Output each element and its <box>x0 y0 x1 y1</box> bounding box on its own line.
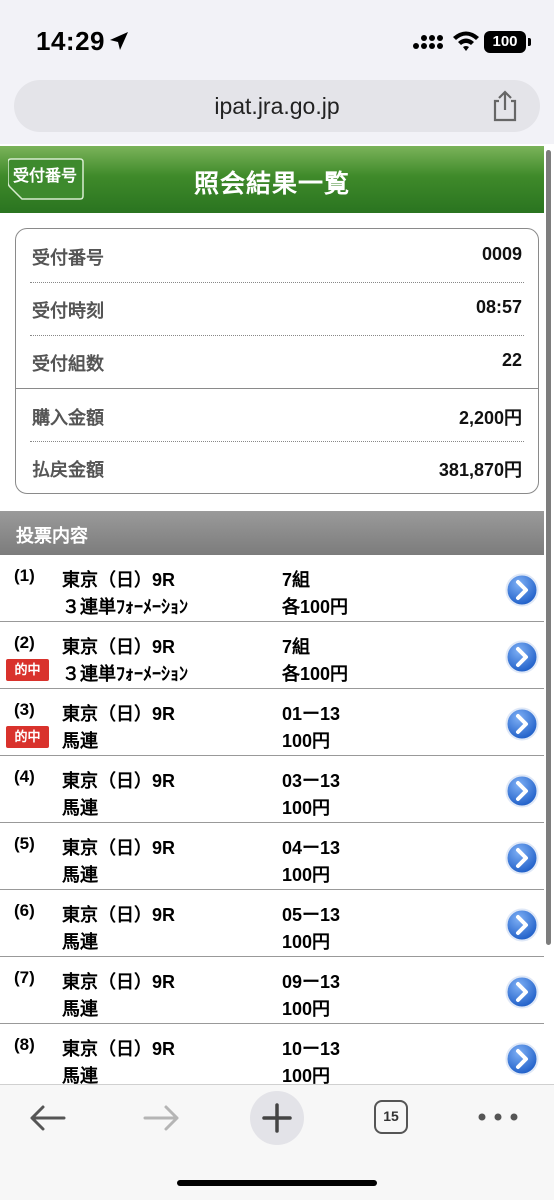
chevron-right-icon[interactable] <box>505 573 539 607</box>
item-amount: 100円 <box>282 798 331 818</box>
chevron-right-icon[interactable] <box>505 1042 539 1076</box>
url-text[interactable]: ipat.jra.go.jp <box>14 93 540 120</box>
section-title: 投票内容 <box>16 526 88 546</box>
wifi-icon <box>453 31 479 51</box>
hit-badge: 的中 <box>6 659 49 681</box>
summary-row-receipt-number: 受付番号 0009 <box>30 229 524 281</box>
item-combination: 05ー13 <box>282 905 341 925</box>
item-amount: 100円 <box>282 999 331 1019</box>
summary-value: 22 <box>501 350 522 370</box>
item-bet-type: 馬連 <box>62 865 98 885</box>
item-race: 東京（日）9R <box>62 1039 176 1059</box>
item-combination: 7組 <box>282 637 311 657</box>
list-item[interactable]: (1) 東京（日）9R ３連単ﾌｫｰﾒｰｼｮﾝ 7組 各100円 <box>0 556 544 622</box>
list-item[interactable]: (4) 東京（日）9R 馬連 03ー13 100円 <box>0 757 544 823</box>
scrollbar[interactable] <box>546 150 551 945</box>
cellular-signal-icon <box>413 35 443 49</box>
item-number: (4) <box>14 767 35 786</box>
summary-label: 受付番号 <box>32 248 104 268</box>
summary-row-receipt-time: 受付時刻 08:57 <box>30 282 524 334</box>
summary-value: 08:57 <box>475 297 522 317</box>
item-amount: 各100円 <box>282 664 349 684</box>
item-race: 東京（日）9R <box>62 637 176 657</box>
list-item[interactable]: (5) 東京（日）9R 馬連 04ー13 100円 <box>0 824 544 890</box>
item-race: 東京（日）9R <box>62 771 176 791</box>
chevron-right-icon[interactable] <box>505 975 539 1009</box>
item-amount: 各100円 <box>282 597 349 617</box>
item-amount: 100円 <box>282 865 331 885</box>
item-amount: 100円 <box>282 932 331 952</box>
item-number: (6) <box>14 901 35 920</box>
summary-label: 受付時刻 <box>32 301 104 321</box>
item-bet-type: ３連単ﾌｫｰﾒｰｼｮﾝ <box>62 664 188 684</box>
item-amount: 100円 <box>282 731 331 751</box>
share-icon[interactable] <box>490 90 520 122</box>
list-item[interactable]: (8) 東京（日）9R 馬連 10ー13 100円 <box>0 1025 544 1091</box>
summary-box: 受付番号 0009 受付時刻 08:57 受付組数 22 購入金額 2,200円… <box>15 228 539 494</box>
forward-arrow-icon[interactable] <box>143 1103 181 1133</box>
address-bar[interactable]: ipat.jra.go.jp <box>14 80 540 132</box>
item-bet-type: 馬連 <box>62 798 98 818</box>
summary-value: 2,200円 <box>458 408 522 428</box>
item-number: (3) <box>14 700 35 719</box>
page-title: 照会結果一覧 <box>193 170 350 198</box>
hit-badge: 的中 <box>6 726 49 748</box>
plus-icon <box>262 1103 292 1133</box>
chevron-right-icon[interactable] <box>505 908 539 942</box>
item-combination: 01ー13 <box>282 704 341 724</box>
home-indicator[interactable] <box>177 1180 377 1186</box>
summary-row-set-count: 受付組数 22 <box>30 335 524 387</box>
item-combination: 7組 <box>282 570 311 590</box>
item-combination: 04ー13 <box>282 838 341 858</box>
status-time: 14:29 <box>36 26 105 56</box>
tab-count: 15 <box>383 1108 399 1124</box>
back-arrow-icon[interactable] <box>28 1103 66 1133</box>
item-number: (7) <box>14 968 35 987</box>
chevron-right-icon[interactable] <box>505 841 539 875</box>
item-race: 東京（日）9R <box>62 905 176 925</box>
list-item[interactable]: (6) 東京（日）9R 馬連 05ー13 100円 <box>0 891 544 957</box>
summary-row-purchase-amount: 購入金額 2,200円 <box>30 389 524 441</box>
summary-label: 受付組数 <box>32 354 104 374</box>
section-header: 投票内容 <box>0 511 544 555</box>
tabs-button[interactable]: 15 <box>374 1100 408 1134</box>
item-number: (2) <box>14 633 35 652</box>
item-race: 東京（日）9R <box>62 704 176 724</box>
summary-label: 払戻金額 <box>32 460 104 480</box>
list-item[interactable]: (3) 的中 東京（日）9R 馬連 01ー13 100円 <box>0 690 544 756</box>
item-race: 東京（日）9R <box>62 972 176 992</box>
item-bet-type: ３連単ﾌｫｰﾒｰｼｮﾝ <box>62 597 188 617</box>
summary-row-payout-amount: 払戻金額 381,870円 <box>30 441 524 493</box>
item-combination: 03ー13 <box>282 771 341 791</box>
item-race: 東京（日）9R <box>62 570 176 590</box>
item-bet-type: 馬連 <box>62 999 98 1019</box>
more-icon[interactable] <box>476 1107 520 1127</box>
item-number: (5) <box>14 834 35 853</box>
chevron-right-icon[interactable] <box>505 640 539 674</box>
item-number: (8) <box>14 1035 35 1054</box>
browser-address-area: ipat.jra.go.jp <box>0 80 554 144</box>
battery-level: 100 <box>492 33 518 50</box>
summary-label: 購入金額 <box>32 408 104 428</box>
battery-icon: 100 <box>484 31 531 53</box>
chevron-right-icon[interactable] <box>505 707 539 741</box>
chevron-right-icon[interactable] <box>505 774 539 808</box>
status-bar: 14:29 100 <box>0 0 554 80</box>
item-race: 東京（日）9R <box>62 838 176 858</box>
item-number: (1) <box>14 566 35 585</box>
new-tab-button[interactable] <box>250 1091 304 1145</box>
item-combination: 10ー13 <box>282 1039 341 1059</box>
summary-value: 381,870円 <box>438 460 522 480</box>
item-bet-type: 馬連 <box>62 731 98 751</box>
item-combination: 09ー13 <box>282 972 341 992</box>
item-bet-type: 馬連 <box>62 932 98 952</box>
list-item[interactable]: (2) 的中 東京（日）9R ３連単ﾌｫｰﾒｰｼｮﾝ 7組 各100円 <box>0 623 544 689</box>
page-header: 受付番号 照会結果一覧 <box>0 146 544 213</box>
location-arrow-icon <box>110 32 128 50</box>
summary-value: 0009 <box>481 244 522 264</box>
list-item[interactable]: (7) 東京（日）9R 馬連 09ー13 100円 <box>0 958 544 1024</box>
